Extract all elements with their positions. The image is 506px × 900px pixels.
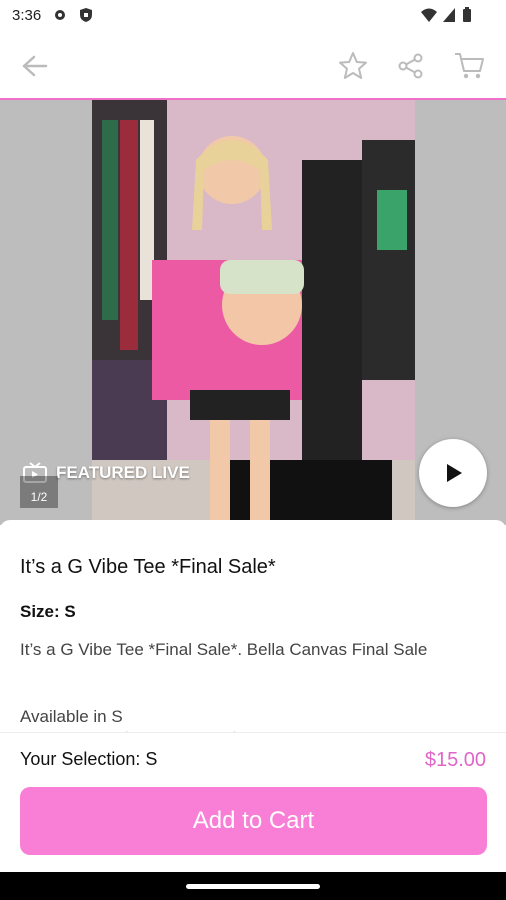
status-time: 3:36 — [12, 7, 42, 24]
cell-signal-icon — [442, 7, 456, 28]
cart-icon — [455, 53, 484, 79]
home-indicator[interactable] — [186, 884, 320, 889]
play-button[interactable] — [419, 439, 487, 507]
share-button[interactable] — [391, 46, 431, 86]
product-description: It’s a G Vibe Tee *Final Sale*. Bella Ca… — [20, 640, 428, 659]
settings-status-icon — [52, 7, 68, 28]
product-price: $15.00 — [424, 749, 486, 771]
system-nav-bar — [0, 872, 506, 900]
featured-live-label: FEATURED LIVE — [56, 463, 190, 482]
favorite-button[interactable] — [333, 46, 373, 86]
purchase-footer: Your Selection: S $15.00 Add to Cart — [0, 732, 506, 872]
product-media[interactable]: FEATURED LIVE 1/2 — [0, 100, 506, 525]
product-title: It’s a G Vibe Tee *Final Sale* — [20, 556, 276, 578]
product-details-sheet: It’s a G Vibe Tee *Final Sale* Size: S I… — [0, 520, 506, 872]
back-arrow-icon — [22, 55, 48, 77]
battery-icon — [462, 7, 472, 28]
wifi-icon — [420, 7, 438, 28]
play-icon — [447, 464, 462, 482]
shield-status-icon — [78, 7, 94, 28]
add-to-cart-button[interactable]: Add to Cart — [20, 787, 487, 855]
media-counter: 1/2 — [20, 476, 58, 508]
share-icon — [398, 53, 423, 79]
status-bar: 3:36 — [0, 0, 506, 32]
availability-line: Available in S — [20, 707, 123, 726]
selection-label: Your Selection: S — [20, 749, 158, 769]
back-button[interactable] — [14, 46, 54, 86]
product-size: Size: S — [20, 602, 76, 621]
cart-button[interactable] — [449, 46, 489, 86]
star-icon — [339, 52, 367, 79]
app-bar — [0, 32, 506, 100]
